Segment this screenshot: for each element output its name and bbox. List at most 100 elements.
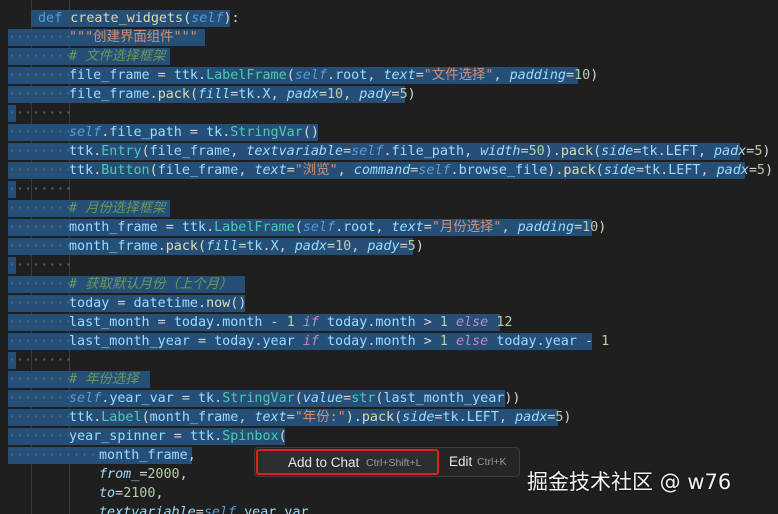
code-editor[interactable]: def create_widgets(self): ········ """创建界面… [0,0,778,514]
code-line[interactable]: ········ file_frame = ttk.LabelFrame(self… [0,66,778,85]
code-line[interactable]: textvariable=self.year_var, [0,503,778,514]
code-text: to=2100, [99,484,164,503]
code-token: today [69,296,110,311]
code-token: text [391,220,424,235]
code-token: = [173,391,198,406]
code-token: textvariable [99,505,196,514]
code-line[interactable]: ········ # 文件选择框架 [0,47,778,66]
code-token: side [601,144,634,159]
code-token: = [748,163,757,178]
code-line[interactable]: ········ ttk.Label(month_frame, text="年份:… [0,408,778,427]
code-token: textvariable [246,144,344,159]
code-token: file_frame [69,68,150,83]
code-token: . [198,68,207,83]
code-token: = [149,315,174,330]
code-token: = [520,144,529,159]
code-token: , [308,505,317,514]
add-to-chat-button[interactable]: Add to Chat Ctrl+Shift+L [256,449,439,475]
code-token: ): [223,11,240,26]
code-token: tk [644,163,661,178]
code-line[interactable]: ········ year_spinner = ttk.Spinbox( [0,427,778,446]
code-token: padx [714,144,747,159]
code-line[interactable]: ········ month_frame = ttk.LabelFrame(sel… [0,218,778,237]
edit-button[interactable]: Edit Ctrl+K [447,449,517,475]
code-line[interactable]: ········ """创建界面组件""" [0,28,778,47]
code-token: if [302,315,319,330]
code-token: 1 [601,334,610,349]
code-token: . [254,334,263,349]
code-line[interactable]: ········ file_frame.pack(fill=tk.X, padx=… [0,85,778,104]
code-token: ( [141,144,150,159]
code-token: command [353,163,411,178]
code-token: 5 [407,239,416,254]
code-token: = [399,239,408,254]
code-token: = [343,144,352,159]
whitespace-dots: ········ [8,125,73,140]
code-text: file_frame.pack(fill=tk.X, padx=10, pady… [69,85,416,104]
code-token: ( [278,429,287,444]
code-token: , [700,163,717,178]
code-line[interactable]: ········ ttk.Entry(file_frame, textvariab… [0,142,778,161]
code-lines[interactable]: def create_widgets(self): ········ """创建界面… [0,9,778,514]
code-token: padx [294,239,327,254]
code-token: = [318,87,327,102]
code-token: . [327,68,336,83]
code-token: "月份选择" [431,220,502,235]
code-token: X [270,239,279,254]
code-line[interactable]: ········ self.file_path = tk.StringVar() [0,123,778,142]
whitespace-dots: ········ [8,68,73,83]
code-line[interactable]: ········ last_month_year = today.year if … [0,332,778,351]
code-token: , [464,144,481,159]
code-token: tk [246,239,263,254]
code-token: ( [394,410,403,425]
code-line[interactable]: ········ # 获取默认月份（上个月） [0,275,778,294]
code-token: tk [442,410,459,425]
code-line[interactable]: ········ [0,180,778,199]
code-token: if [302,334,319,349]
code-token: text [383,68,416,83]
code-token: last_month_year [383,391,505,406]
code-token: X [262,87,271,102]
code-text: # 获取默认月份（上个月） [69,275,232,294]
code-line[interactable]: ········ [0,351,778,370]
code-token: )) [504,391,521,406]
code-token: = [343,391,352,406]
code-token: , [238,163,255,178]
code-line[interactable]: def create_widgets(self): [0,9,778,28]
code-text: month_frame.pack(fill=tk.X, padx=10, pad… [69,237,424,256]
code-line[interactable]: ········ self.year_var = tk.StringVar(val… [0,389,778,408]
code-token: 2100 [123,486,156,501]
code-token: self [302,220,336,235]
code-line[interactable]: ········ # 年份选择 [0,370,778,389]
code-token: = [195,505,204,514]
code-token: > [415,334,440,349]
code-line[interactable]: ········ last_month = today.month - 1 if … [0,313,778,332]
code-line[interactable]: ········ ttk.Button(file_frame, text="浏览"… [0,161,778,180]
code-token: fill [198,87,231,102]
code-line[interactable]: ········ [0,256,778,275]
code-text: from_=2000, [99,465,188,484]
code-token: file_frame [157,163,239,178]
whitespace-dots: ········ [8,277,73,292]
code-token: Button [101,163,150,178]
code-text: month_frame, [99,446,196,465]
code-text: self.year_var = tk.StringVar(value=str(l… [69,389,521,408]
code-line[interactable]: ········ month_frame.pack(fill=tk.X, padx… [0,237,778,256]
code-token: # 获取默认月份（上个月） [69,277,233,292]
code-line[interactable]: ········ [0,104,778,123]
code-token: = [327,239,336,254]
code-line[interactable]: ········ # 月份选择框架 [0,199,778,218]
code-token: 5 [399,87,408,102]
code-token: . [450,163,459,178]
add-to-chat-label: Add to Chat [288,455,360,470]
code-token: 5 [756,163,765,178]
code-token: = [286,410,295,425]
selection-action-widget: Add to Chat Ctrl+Shift+L Edit Ctrl+K [254,447,520,477]
code-token: , [367,68,384,83]
code-line[interactable]: ········ today = datetime.now() [0,294,778,313]
code-token: = [423,220,432,235]
code-token: pack [563,163,596,178]
code-token: datetime [133,296,199,311]
